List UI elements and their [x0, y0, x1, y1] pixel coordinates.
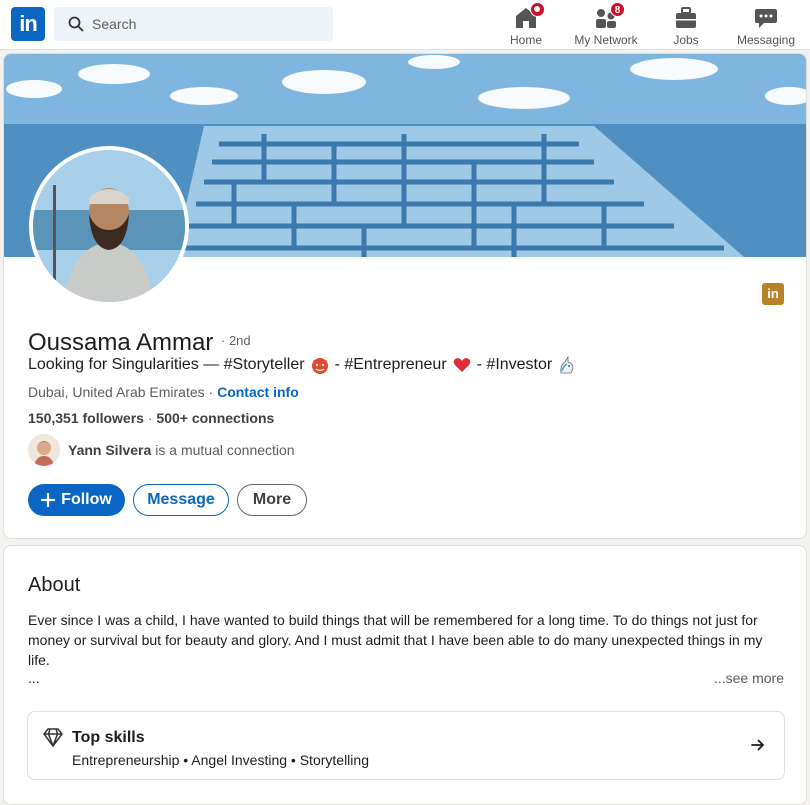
heart-emoji-icon [453, 358, 470, 372]
top-navigation-bar: in Home 8 My Network Jobs Messaging [0, 0, 810, 50]
nav-my-network-label: My Network [574, 33, 638, 47]
about-title: About [28, 574, 81, 596]
more-button-label: More [252, 491, 292, 508]
message-button-label: Message [147, 491, 215, 508]
nav-messaging[interactable]: Messaging [734, 2, 798, 48]
profile-headline: Looking for Singularities — #Storyteller… [28, 355, 582, 375]
mutual-connection-name: Yann Silvera [68, 442, 152, 458]
devil-emoji-icon [311, 358, 328, 374]
unicorn-emoji-icon [560, 355, 574, 374]
nav-messaging-label: Messaging [736, 33, 796, 47]
search-input[interactable] [92, 7, 322, 41]
location-text: Dubai, United Arab Emirates · [28, 384, 218, 400]
top-skills-list: Entrepreneurship • Angel Investing • Sto… [72, 752, 369, 768]
profile-stats: 150,351 followers · 500+ connections [28, 410, 275, 426]
plus-icon [41, 493, 56, 507]
mutual-connection-text: is a mutual connection [155, 442, 295, 458]
profile-location: Dubai, United Arab Emirates · Contact in… [28, 384, 299, 400]
nav-home[interactable]: Home [502, 2, 550, 48]
nav-jobs[interactable]: Jobs [664, 2, 708, 48]
headline-part-1: Looking for Singularities — #Storyteller [28, 356, 305, 373]
message-button[interactable]: Message [133, 484, 229, 516]
mutual-connection[interactable]: Yann Silvera is a mutual connection [28, 434, 295, 466]
search-icon [68, 16, 84, 32]
see-more-link[interactable]: ...see more [714, 670, 784, 686]
network-badge: 8 [610, 2, 625, 17]
connections-count[interactable]: 500+ connections [156, 410, 274, 426]
profile-card: in Oussama Ammar · 2nd Looking for Singu… [3, 53, 807, 539]
about-text: Ever since I was a child, I have wanted … [28, 612, 763, 668]
notification-dot [530, 2, 545, 17]
more-button[interactable]: More [237, 484, 307, 516]
headline-part-3: - #Investor [476, 356, 553, 373]
arrow-right-icon[interactable] [750, 737, 766, 753]
follow-button-label: Follow [61, 491, 112, 508]
search-box[interactable] [54, 7, 333, 41]
followers-count[interactable]: 150,351 followers [28, 410, 144, 426]
contact-info-link[interactable]: Contact info [217, 384, 299, 400]
linkedin-logo[interactable]: in [11, 7, 45, 41]
top-skills-title: Top skills [72, 729, 145, 746]
profile-name: Oussama Ammar [28, 329, 214, 356]
nav-home-label: Home [509, 33, 542, 47]
about-ellipsis: ... [28, 670, 40, 686]
mutual-connection-avatar [28, 434, 60, 466]
follow-button[interactable]: Follow [28, 484, 125, 516]
headline-part-2: - #Entrepreneur [334, 356, 447, 373]
diamond-icon [43, 728, 63, 747]
about-card: About Ever since I was a child, I have w… [3, 545, 807, 805]
top-skills-box[interactable]: Top skills Entrepreneurship • Angel Inve… [27, 711, 785, 780]
messaging-icon [755, 9, 777, 28]
nav-my-network[interactable]: 8 My Network [570, 2, 642, 48]
profile-photo[interactable] [29, 146, 189, 306]
linkedin-company-icon[interactable]: in [762, 283, 784, 305]
briefcase-icon [676, 7, 696, 28]
nav-jobs-label: Jobs [673, 33, 699, 47]
connection-degree: · 2nd [221, 333, 251, 348]
